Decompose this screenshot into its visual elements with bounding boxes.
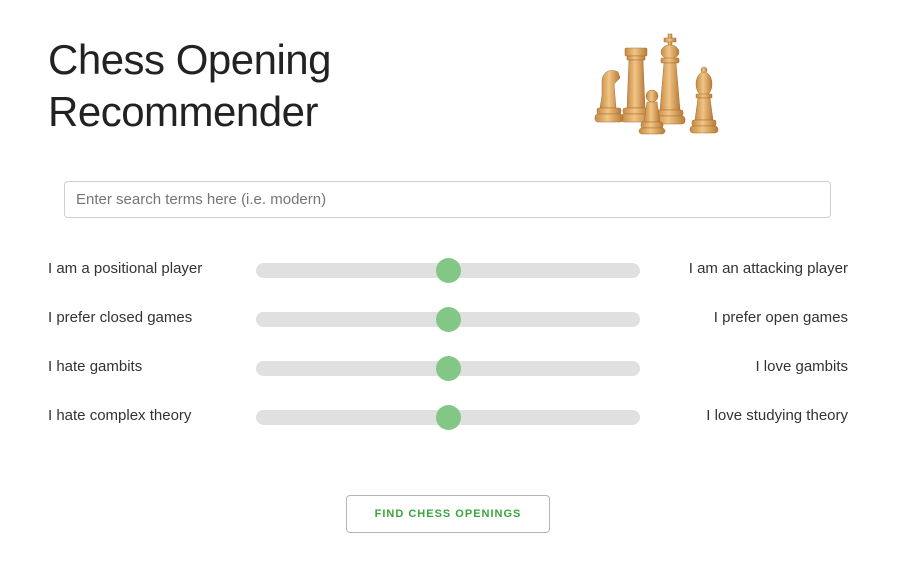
slider-row-positional-attacking: I am a positional player I am an attacki…: [48, 255, 848, 285]
search-input[interactable]: [64, 181, 831, 218]
slider-row-theory: I hate complex theory I love studying th…: [48, 402, 848, 432]
slider-thumb[interactable]: [435, 258, 461, 283]
slider-right-label: I love studying theory: [706, 407, 848, 424]
slider-thumb[interactable]: [435, 307, 461, 332]
slider-left-label: I hate gambits: [48, 358, 143, 375]
slider-right-label: I love gambits: [755, 358, 848, 375]
slider-track[interactable]: [256, 307, 640, 332]
slider-right-label: I prefer open games: [713, 309, 848, 326]
page-title: Chess Opening Recommender: [48, 34, 332, 138]
slider-track[interactable]: [256, 356, 640, 381]
page-title-line-2: Recommender: [48, 88, 318, 135]
slider-right-label: I am an attacking player: [688, 260, 848, 277]
slider-left-label: I hate complex theory: [48, 407, 192, 424]
page: Chess Opening Recommender Enter search t…: [0, 0, 917, 565]
slider-row-gambits: I hate gambits I love gambits: [48, 353, 848, 383]
slider-row-closed-open: I prefer closed games I prefer open game…: [48, 304, 848, 334]
slider-track[interactable]: [256, 405, 640, 430]
slider-left-label: I am a positional player: [48, 260, 203, 277]
find-openings-button[interactable]: FIND CHESS OPENINGS: [346, 495, 550, 533]
slider-track[interactable]: [256, 258, 640, 283]
slider-thumb[interactable]: [435, 405, 461, 430]
slider-thumb[interactable]: [435, 356, 461, 381]
chess-pieces-icon: [594, 33, 719, 135]
page-title-line-1: Chess Opening: [48, 36, 332, 83]
slider-left-label: I prefer closed games: [48, 309, 193, 326]
